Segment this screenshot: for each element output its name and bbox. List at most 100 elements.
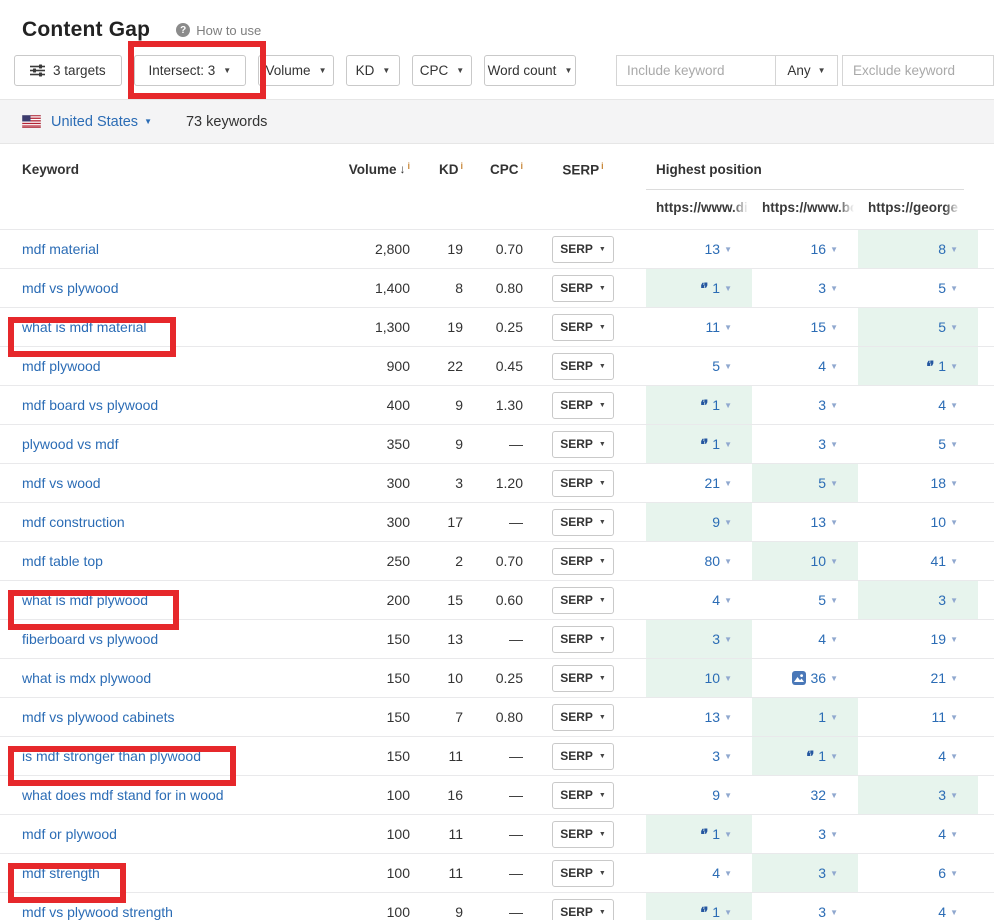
word-count-filter-dropdown[interactable]: Word count ▼	[484, 55, 576, 86]
position-dropdown[interactable]: 3▼	[712, 631, 732, 647]
position-dropdown[interactable]: 3▼	[712, 748, 732, 764]
serp-dropdown-button[interactable]: SERP▼	[552, 743, 614, 770]
position-dropdown[interactable]: ❛❜1▼	[700, 280, 732, 297]
position-dropdown[interactable]: 10▼	[705, 670, 733, 686]
target-url-column-3[interactable]: https://george	[858, 200, 978, 215]
position-dropdown[interactable]: 32▼	[811, 787, 839, 803]
position-dropdown[interactable]: 9▼	[712, 787, 732, 803]
serp-dropdown-button[interactable]: SERP▼	[552, 314, 614, 341]
position-dropdown[interactable]: 11▼	[706, 319, 732, 335]
keyword-link[interactable]: mdf construction	[22, 514, 125, 530]
keyword-link[interactable]: fiberboard vs plywood	[22, 631, 158, 647]
position-dropdown[interactable]: 13▼	[811, 514, 839, 530]
keyword-link[interactable]: mdf board vs plywood	[22, 397, 158, 413]
intersect-dropdown[interactable]: Intersect: 3 ▼	[134, 55, 246, 86]
position-dropdown[interactable]: ❛❜1▼	[700, 826, 732, 843]
exclude-keyword-input[interactable]	[842, 55, 994, 86]
keyword-link[interactable]: mdf table top	[22, 553, 103, 569]
keyword-link[interactable]: what does mdf stand for in wood	[22, 787, 224, 803]
volume-filter-dropdown[interactable]: Volume ▼	[258, 55, 334, 86]
column-header-keyword[interactable]: Keyword	[0, 162, 330, 177]
position-dropdown[interactable]: 4▼	[938, 748, 958, 764]
position-dropdown[interactable]: 4▼	[938, 397, 958, 413]
position-dropdown[interactable]: 4▼	[938, 826, 958, 842]
position-dropdown[interactable]: 15▼	[811, 319, 839, 335]
position-dropdown[interactable]: 3▼	[818, 904, 838, 920]
position-dropdown[interactable]: 13▼	[705, 241, 733, 257]
position-dropdown[interactable]: 5▼	[938, 319, 958, 335]
position-dropdown[interactable]: 19▼	[931, 631, 959, 647]
position-dropdown[interactable]: 3▼	[818, 397, 838, 413]
keyword-link[interactable]: mdf strength	[22, 865, 100, 881]
position-dropdown[interactable]: 3▼	[818, 826, 838, 842]
serp-dropdown-button[interactable]: SERP▼	[552, 626, 614, 653]
serp-dropdown-button[interactable]: SERP▼	[552, 821, 614, 848]
serp-dropdown-button[interactable]: SERP▼	[552, 392, 614, 419]
position-dropdown[interactable]: 13▼	[705, 709, 733, 725]
position-dropdown[interactable]: 8▼	[938, 241, 958, 257]
position-dropdown[interactable]: 16▼	[811, 241, 839, 257]
position-dropdown[interactable]: 21▼	[931, 670, 959, 686]
position-dropdown[interactable]: 4▼	[938, 904, 958, 920]
position-dropdown[interactable]: 41▼	[931, 553, 959, 569]
keyword-link[interactable]: mdf vs plywood cabinets	[22, 709, 175, 725]
position-dropdown[interactable]: 6▼	[938, 865, 958, 881]
serp-dropdown-button[interactable]: SERP▼	[552, 548, 614, 575]
column-header-volume[interactable]: Volume ↓ i	[330, 162, 410, 177]
position-dropdown[interactable]: 5▼	[938, 280, 958, 296]
position-dropdown[interactable]: ❛❜1▼	[700, 397, 732, 414]
column-header-cpc[interactable]: CPC i	[463, 162, 523, 177]
country-selector[interactable]: United States ▼	[51, 114, 152, 130]
position-dropdown[interactable]: 4▼	[818, 631, 838, 647]
serp-dropdown-button[interactable]: SERP▼	[552, 665, 614, 692]
keyword-link[interactable]: what is mdx plywood	[22, 670, 151, 686]
position-dropdown[interactable]: 4▼	[712, 865, 732, 881]
position-dropdown[interactable]: 10▼	[811, 553, 839, 569]
position-dropdown[interactable]: 11▼	[932, 709, 958, 725]
position-dropdown[interactable]: 80▼	[705, 553, 733, 569]
keyword-link[interactable]: mdf vs wood	[22, 475, 101, 491]
serp-dropdown-button[interactable]: SERP▼	[552, 236, 614, 263]
any-mode-dropdown[interactable]: Any ▼	[775, 56, 837, 85]
position-dropdown[interactable]: 4▼	[712, 592, 732, 608]
position-dropdown[interactable]: 21▼	[705, 475, 733, 491]
position-dropdown[interactable]: 5▼	[938, 436, 958, 452]
keyword-link[interactable]: what is mdf material	[22, 319, 146, 335]
serp-dropdown-button[interactable]: SERP▼	[552, 470, 614, 497]
targets-button[interactable]: 3 targets	[14, 55, 122, 86]
position-dropdown[interactable]: ❛❜1▼	[700, 904, 732, 920]
kd-filter-dropdown[interactable]: KD ▼	[346, 55, 400, 86]
serp-dropdown-button[interactable]: SERP▼	[552, 899, 614, 920]
serp-dropdown-button[interactable]: SERP▼	[552, 275, 614, 302]
column-header-kd[interactable]: KD i	[410, 162, 463, 177]
position-dropdown[interactable]: 1▼	[818, 709, 838, 725]
serp-dropdown-button[interactable]: SERP▼	[552, 353, 614, 380]
keyword-link[interactable]: mdf vs plywood strength	[22, 904, 173, 920]
position-dropdown[interactable]: 5▼	[818, 592, 838, 608]
keyword-link[interactable]: is mdf stronger than plywood	[22, 748, 201, 764]
position-dropdown[interactable]: 10▼	[931, 514, 959, 530]
position-dropdown[interactable]: 5▼	[712, 358, 732, 374]
how-to-use-link[interactable]: ? How to use	[176, 23, 261, 38]
keyword-link[interactable]: mdf material	[22, 241, 99, 257]
keyword-link[interactable]: what is mdf plywood	[22, 592, 148, 608]
cpc-filter-dropdown[interactable]: CPC ▼	[412, 55, 472, 86]
position-dropdown[interactable]: 3▼	[818, 436, 838, 452]
position-dropdown[interactable]: 36▼	[792, 670, 839, 686]
position-dropdown[interactable]: 3▼	[938, 592, 958, 608]
position-dropdown[interactable]: 18▼	[931, 475, 959, 491]
position-dropdown[interactable]: ❛❜1▼	[700, 436, 732, 453]
serp-dropdown-button[interactable]: SERP▼	[552, 431, 614, 458]
target-url-column-2[interactable]: https://www.bo	[752, 200, 858, 215]
serp-dropdown-button[interactable]: SERP▼	[552, 509, 614, 536]
serp-dropdown-button[interactable]: SERP▼	[552, 587, 614, 614]
keyword-link[interactable]: mdf plywood	[22, 358, 101, 374]
position-dropdown[interactable]: 5▼	[818, 475, 838, 491]
position-dropdown[interactable]: 3▼	[818, 280, 838, 296]
position-dropdown[interactable]: 3▼	[818, 865, 838, 881]
position-dropdown[interactable]: 4▼	[818, 358, 838, 374]
serp-dropdown-button[interactable]: SERP▼	[552, 860, 614, 887]
serp-dropdown-button[interactable]: SERP▼	[552, 704, 614, 731]
position-dropdown[interactable]: ❛❜1▼	[926, 358, 958, 375]
keyword-link[interactable]: mdf vs plywood	[22, 280, 118, 296]
